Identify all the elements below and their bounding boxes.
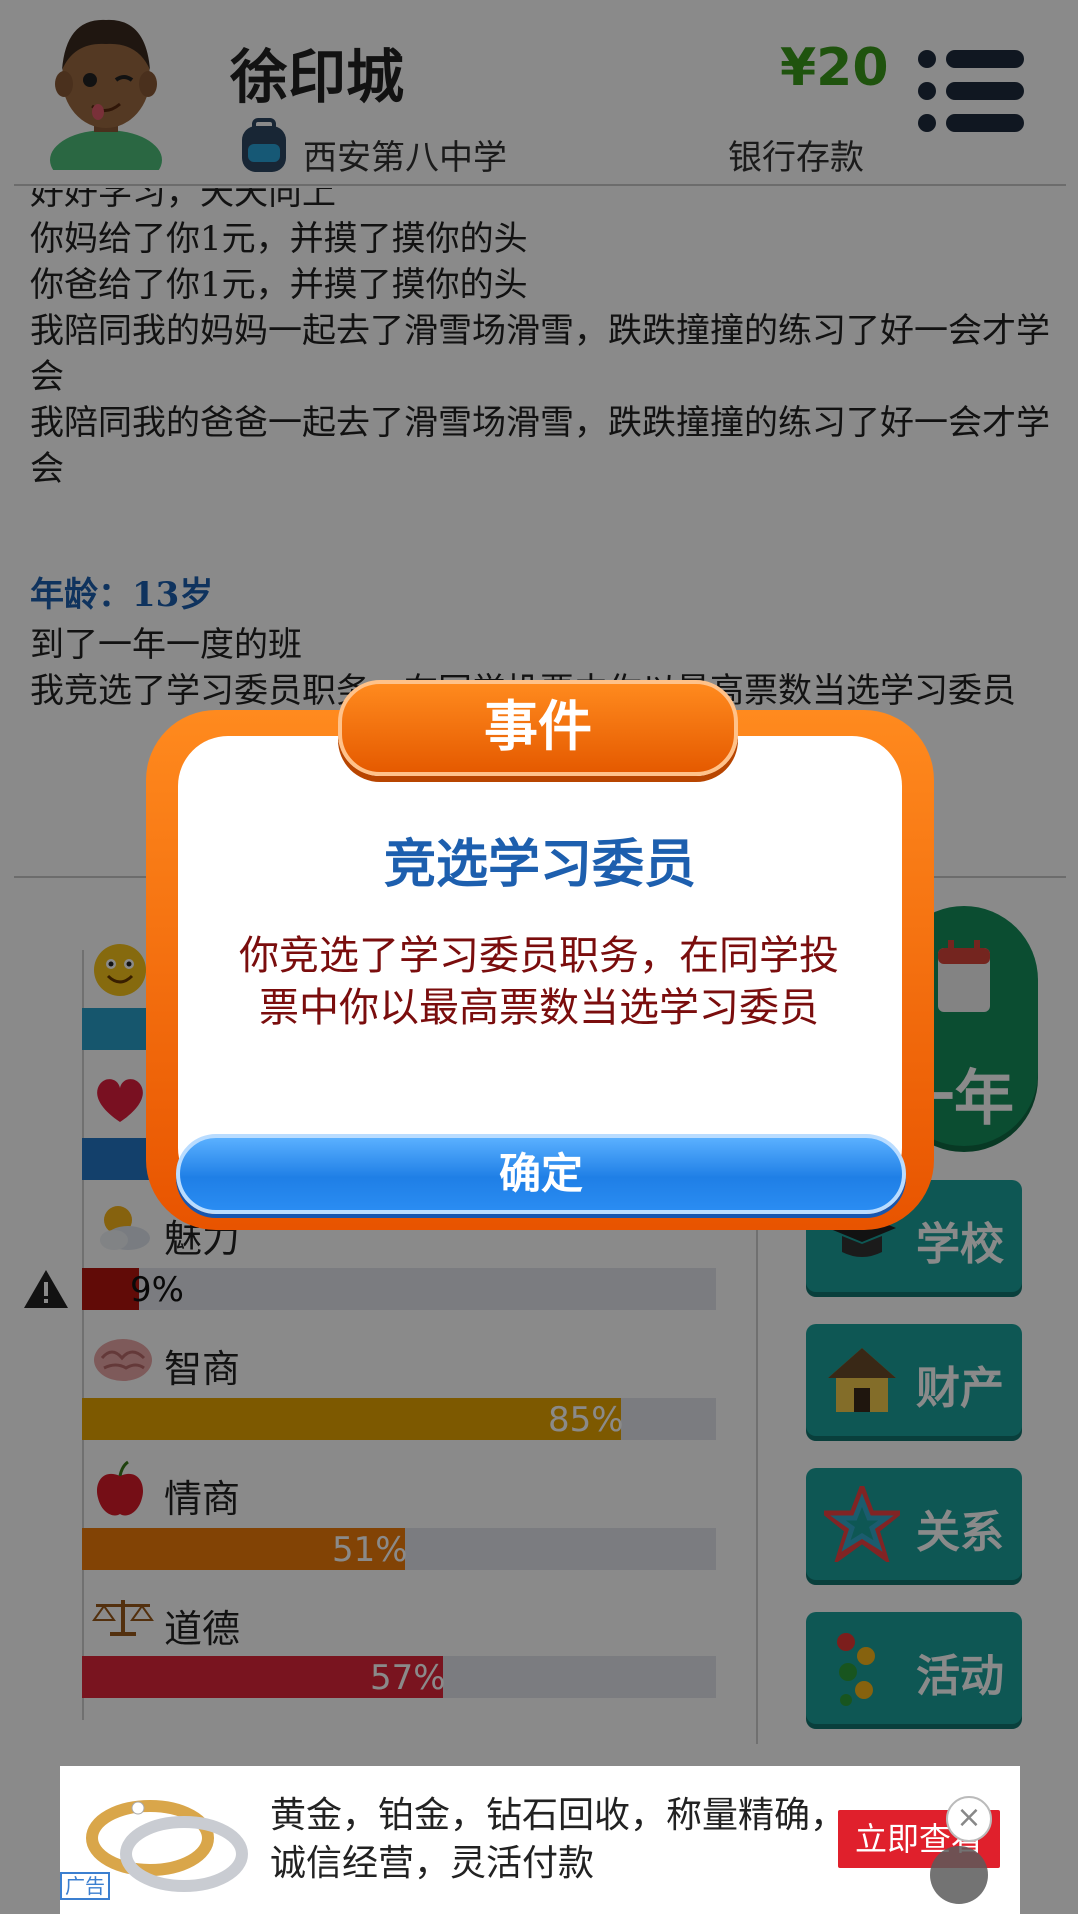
ad-text: 黄金，铂金，钻石回收，称量精确，诚信经营，灵活付款 bbox=[270, 1795, 847, 1884]
dialog-title: 竞选学习委员 bbox=[383, 835, 696, 895]
cloud-icon[interactable] bbox=[930, 1846, 988, 1904]
dialog-message: 你竞选了学习委员职务，在同学投票中你以最高票数当选学习委员 bbox=[239, 933, 839, 1031]
dialog-header: 事件 bbox=[338, 680, 738, 776]
confirm-label: 确定 bbox=[498, 1149, 583, 1198]
ad-banner[interactable]: 广告 黄金，铂金，钻石回收，称量精确，诚信经营，灵活付款 立即查看 × bbox=[60, 1766, 1020, 1914]
confirm-button[interactable]: 确定 bbox=[176, 1134, 906, 1214]
ad-tag: 广告 bbox=[60, 1872, 110, 1900]
close-icon[interactable]: × bbox=[946, 1796, 992, 1842]
dialog-header-label: 事件 bbox=[484, 695, 592, 758]
